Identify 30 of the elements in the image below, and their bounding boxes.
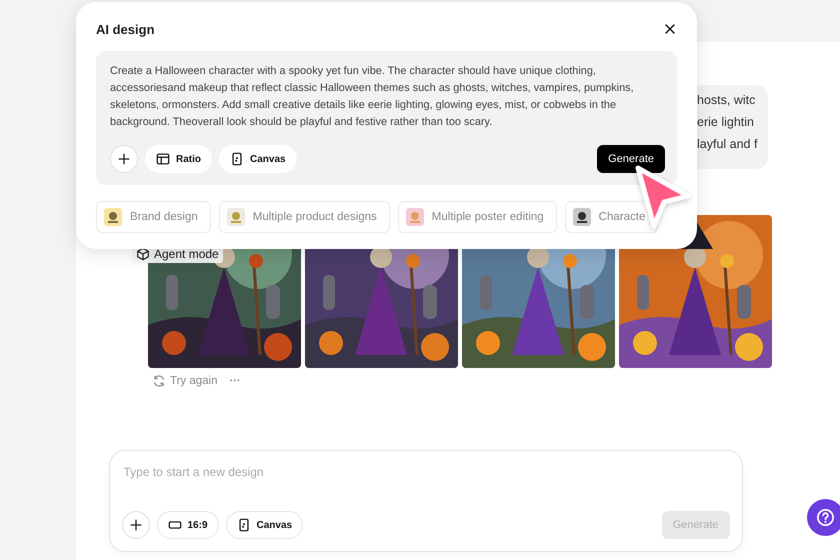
add-button[interactable]: [110, 145, 138, 173]
suggestion-chip[interactable]: Multiple poster editing: [398, 201, 557, 233]
add-button[interactable]: [122, 511, 150, 539]
plus-icon: [128, 518, 142, 532]
dialog-title: AI design: [96, 22, 155, 36]
suggestion-chip[interactable]: Brand design: [96, 201, 211, 233]
canvas-button[interactable]: Canvas: [226, 511, 304, 539]
canvas-button[interactable]: Canvas: [219, 145, 297, 173]
cube-icon: [136, 247, 150, 261]
refresh-icon: [152, 374, 166, 388]
canvas-icon: [230, 152, 244, 166]
try-again-button[interactable]: Try again: [152, 374, 218, 388]
ratio-button[interactable]: Ratio: [145, 145, 212, 173]
prompt-text: Create a Halloween character with a spooky yet fun vibe. The character should have unique clothing, accessoriesand makeup that reflect classic Halloween themes such as ghosts, witches, vampires, pumpkins, skeletons, ormonsters. Add small creative details like eerie lighting, glowing eyes, mist, or cobwebs in the background. Theoverall look should be playful and festive rather than too scary.: [110, 64, 635, 130]
close-icon: [663, 22, 677, 36]
suggestion-chip[interactable]: Multiple product designs: [218, 201, 390, 233]
generate-button[interactable]: Generate: [597, 145, 665, 173]
prompt-text: layful and f: [697, 136, 758, 153]
design-input-field[interactable]: Type to start a new design: [122, 463, 730, 481]
ratio-button[interactable]: 16:9: [156, 511, 219, 539]
prompt-text: hosts, witc: [697, 92, 756, 109]
prompt-editor[interactable]: [96, 51, 677, 185]
prompt-text: erie lightin: [697, 114, 755, 131]
more-button[interactable]: ···: [230, 375, 241, 387]
layout-icon: [156, 152, 170, 166]
close-button[interactable]: [663, 22, 677, 36]
help-icon: [816, 508, 835, 527]
canvas-icon: [236, 518, 251, 532]
agent-mode-text: Agent mode: [154, 247, 219, 261]
plus-icon: [117, 152, 131, 166]
